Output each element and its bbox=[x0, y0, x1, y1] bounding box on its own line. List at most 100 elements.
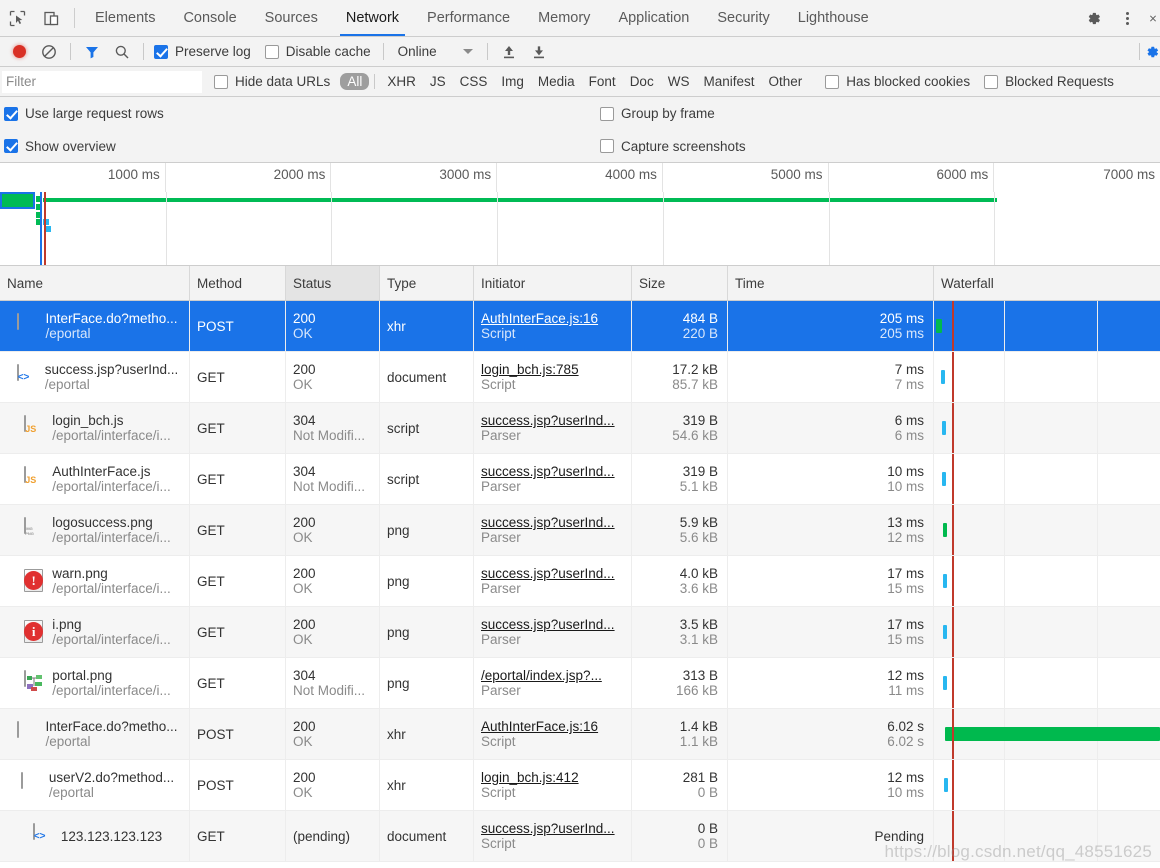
initiator-link[interactable]: /eportal/index.jsp?... bbox=[481, 668, 631, 683]
size-value: 319 B bbox=[682, 413, 718, 428]
tab-security[interactable]: Security bbox=[703, 0, 783, 36]
type-filter-js[interactable]: JS bbox=[423, 73, 453, 90]
search-button[interactable] bbox=[107, 39, 137, 65]
cell-initiator: success.jsp?userInd... Parser bbox=[474, 454, 632, 504]
tab-application[interactable]: Application bbox=[604, 0, 703, 36]
cell-size: 319 B 5.1 kB bbox=[632, 454, 728, 504]
capture-screenshots-checkbox[interactable]: Capture screenshots bbox=[600, 139, 746, 154]
column-header-method[interactable]: Method bbox=[190, 266, 286, 300]
hide-data-urls-checkbox[interactable]: Hide data URLs bbox=[214, 74, 330, 89]
filter-button[interactable] bbox=[77, 39, 107, 65]
time-sub: 11 ms bbox=[888, 683, 924, 698]
type-filter-other[interactable]: Other bbox=[761, 73, 809, 90]
size-value: 484 B bbox=[682, 311, 718, 326]
blocked-requests-checkbox[interactable]: Blocked Requests bbox=[984, 74, 1114, 89]
throttling-select[interactable]: Online bbox=[390, 44, 481, 59]
close-devtools-icon[interactable] bbox=[1144, 10, 1158, 27]
overview-selection-window[interactable] bbox=[0, 192, 35, 209]
disable-cache-checkbox[interactable]: Disable cache bbox=[264, 44, 371, 59]
tab-elements[interactable]: Elements bbox=[81, 0, 169, 36]
type-filter-doc[interactable]: Doc bbox=[623, 73, 661, 90]
table-row[interactable]: userV2.do?method.../eportal POST 200 OK xhr l… bbox=[0, 760, 1160, 811]
toolbar-divider bbox=[382, 43, 384, 60]
filter-input[interactable] bbox=[2, 70, 202, 93]
cell-size: 281 B0 B bbox=[632, 760, 728, 810]
tab-performance[interactable]: Performance bbox=[413, 0, 524, 36]
has-blocked-cookies-checkbox[interactable]: Has blocked cookies bbox=[825, 74, 970, 89]
initiator-link[interactable]: success.jsp?userInd... bbox=[481, 566, 631, 581]
show-overview-checkbox[interactable]: Show overview bbox=[4, 139, 116, 154]
initiator-link[interactable]: success.jsp?userInd... bbox=[481, 617, 631, 632]
size-value: 5.9 kB bbox=[679, 515, 718, 530]
column-header-name[interactable]: Name bbox=[0, 266, 190, 300]
inspect-element-icon[interactable] bbox=[0, 0, 34, 36]
table-row[interactable]: i i.png/eportal/interface/i... GET 200 OK png… bbox=[0, 607, 1160, 658]
initiator-link[interactable]: success.jsp?userInd... bbox=[481, 515, 631, 530]
device-toolbar-icon[interactable] bbox=[34, 0, 68, 36]
column-header-type[interactable]: Type bbox=[380, 266, 474, 300]
cell-time: 13 ms 12 ms bbox=[728, 505, 934, 555]
size-sub: 166 kB bbox=[675, 683, 718, 698]
initiator-link[interactable]: AuthInterFace.js:16 bbox=[481, 719, 631, 734]
cell-name: <> 123.123.123.123 bbox=[0, 811, 190, 861]
overview-gridline bbox=[662, 192, 664, 265]
import-har-button[interactable] bbox=[494, 39, 524, 65]
type-filter-ws[interactable]: WS bbox=[661, 73, 697, 90]
request-path: /eportal bbox=[45, 326, 91, 341]
column-header-initiator[interactable]: Initiator bbox=[474, 266, 632, 300]
table-row[interactable]: JS login_bch.js/eportal/interface/i... GET… bbox=[0, 403, 1160, 454]
use-large-request-rows-checkbox[interactable]: Use large request rows bbox=[4, 106, 164, 121]
tab-network[interactable]: Network bbox=[332, 0, 413, 36]
tab-console[interactable]: Console bbox=[169, 0, 250, 36]
column-header-label: Waterfall bbox=[941, 275, 994, 291]
table-row[interactable]: IMG PNG logosuccess.png/eportal/interface… bbox=[0, 505, 1160, 556]
method-value: POST bbox=[197, 318, 234, 334]
group-by-frame-checkbox[interactable]: Group by frame bbox=[600, 106, 715, 121]
waterfall-bar bbox=[936, 319, 943, 333]
column-header-status[interactable]: Status bbox=[286, 266, 380, 300]
size-sub: 3.6 kB bbox=[679, 581, 718, 596]
column-header-time[interactable]: Time bbox=[728, 266, 934, 300]
initiator-link[interactable]: success.jsp?userInd... bbox=[481, 821, 631, 836]
initiator-link[interactable]: login_bch.js:412 bbox=[481, 770, 631, 785]
checkbox-box bbox=[984, 74, 999, 89]
table-row[interactable]: InterFace.do?metho.../eportal POST 200 OK xh… bbox=[0, 301, 1160, 352]
type-filter-all[interactable]: All bbox=[340, 73, 370, 90]
tabbar-right-actions bbox=[1063, 0, 1160, 36]
cell-method: POST bbox=[190, 760, 286, 810]
tab-sources[interactable]: Sources bbox=[251, 0, 332, 36]
type-filter-media[interactable]: Media bbox=[531, 73, 582, 90]
preserve-log-checkbox[interactable]: Preserve log bbox=[154, 44, 251, 59]
clear-button[interactable] bbox=[34, 39, 64, 65]
network-overview[interactable]: 1000 ms 2000 ms 3000 ms 4000 ms 5000 ms 6000 … bbox=[0, 163, 1160, 266]
type-filter-img[interactable]: Img bbox=[494, 73, 531, 90]
tab-memory[interactable]: Memory bbox=[524, 0, 604, 36]
initiator-link[interactable]: success.jsp?userInd... bbox=[481, 413, 631, 428]
initiator-type: Script bbox=[481, 785, 516, 800]
table-row[interactable]: <> 123.123.123.123 GET (pending) document suc… bbox=[0, 811, 1160, 862]
initiator-link[interactable]: login_bch.js:785 bbox=[481, 362, 631, 377]
table-row[interactable]: portal.png/eportal/interface/i... GET 304 N… bbox=[0, 658, 1160, 709]
more-options-icon[interactable] bbox=[1110, 10, 1144, 27]
size-sub: 85.7 kB bbox=[672, 377, 718, 392]
initiator-link[interactable]: success.jsp?userInd... bbox=[481, 464, 631, 479]
type-filter-css[interactable]: CSS bbox=[453, 73, 495, 90]
network-settings-icon[interactable] bbox=[1146, 39, 1160, 65]
overview-gridline bbox=[828, 192, 830, 265]
tab-label: Memory bbox=[538, 10, 591, 26]
column-header-size[interactable]: Size bbox=[632, 266, 728, 300]
tab-lighthouse[interactable]: Lighthouse bbox=[784, 0, 883, 36]
table-row[interactable]: InterFace.do?metho.../eportal POST 200 OK xh… bbox=[0, 709, 1160, 760]
type-filter-font[interactable]: Font bbox=[582, 73, 623, 90]
initiator-link[interactable]: AuthInterFace.js:16 bbox=[481, 311, 631, 326]
record-button[interactable] bbox=[4, 39, 34, 65]
table-row[interactable]: <> success.jsp?userInd.../eportal GET 200OK… bbox=[0, 352, 1160, 403]
tab-label: Performance bbox=[427, 10, 511, 26]
table-row[interactable]: JS AuthInterFace.js/eportal/interface/i..… bbox=[0, 454, 1160, 505]
export-har-button[interactable] bbox=[524, 39, 554, 65]
column-header-waterfall[interactable]: Waterfall bbox=[934, 266, 1160, 300]
type-filter-manifest[interactable]: Manifest bbox=[696, 73, 761, 90]
table-row[interactable]: ! warn.png/eportal/interface/i... GET 200 OK… bbox=[0, 556, 1160, 607]
type-filter-xhr[interactable]: XHR bbox=[380, 73, 423, 90]
settings-gear-icon[interactable] bbox=[1076, 10, 1110, 27]
